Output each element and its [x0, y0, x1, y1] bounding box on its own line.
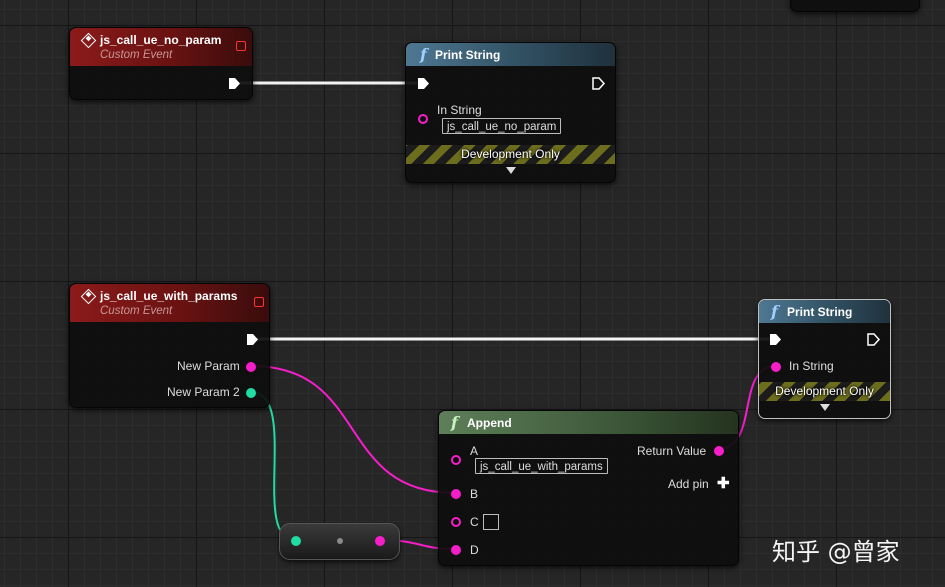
- exec-out-pin[interactable]: [228, 77, 241, 90]
- pin-d[interactable]: [451, 545, 461, 555]
- wire-new-param-to-b: [250, 365, 456, 494]
- exec-in-pin[interactable]: [769, 333, 782, 346]
- print-string-title: Print String: [435, 48, 501, 62]
- conversion-out-pin[interactable]: [375, 536, 385, 546]
- append-title: Append: [467, 416, 512, 430]
- conversion-in-pin[interactable]: [291, 536, 301, 546]
- in-string-label: In String: [437, 103, 482, 117]
- print-string-title: Print String: [787, 305, 853, 319]
- pin-a-label: A: [470, 444, 479, 458]
- exec-out-pin[interactable]: [867, 333, 880, 346]
- pin-a-input[interactable]: js_call_ue_with_params: [475, 458, 608, 474]
- expand-arrow-icon[interactable]: [506, 167, 516, 174]
- in-string-pin[interactable]: [418, 114, 428, 124]
- conversion-node[interactable]: [279, 523, 400, 560]
- development-only-label: Development Only: [461, 147, 560, 161]
- new-param-pin[interactable]: [246, 362, 256, 372]
- exec-in-pin[interactable]: [417, 77, 430, 90]
- pin-b-label: B: [470, 487, 479, 501]
- add-pin-plus-icon[interactable]: ✚: [717, 474, 730, 492]
- function-icon: f: [771, 302, 778, 321]
- delegate-pin-icon[interactable]: [254, 297, 264, 307]
- exec-out-pin[interactable]: [592, 77, 605, 90]
- function-icon: f: [420, 45, 427, 64]
- print-string-node-2[interactable]: f Print String In String Development Onl…: [758, 299, 891, 419]
- event-title: js_call_ue_no_param: [100, 33, 222, 47]
- in-string-label: In String: [789, 359, 834, 373]
- wire-new-param2-to-reroute: [250, 391, 296, 541]
- new-param-label: New Param: [177, 359, 240, 373]
- pin-c[interactable]: [451, 517, 461, 527]
- in-string-input[interactable]: js_call_ue_no_param: [442, 118, 562, 134]
- custom-event-with-params-node[interactable]: js_call_ue_with_params Custom Event New …: [69, 283, 270, 408]
- return-value-label: Return Value: [637, 444, 707, 458]
- event-subtitle: Custom Event: [100, 49, 173, 61]
- offscreen-node[interactable]: [790, 0, 920, 12]
- pin-a[interactable]: [451, 455, 461, 465]
- event-title: js_call_ue_with_params: [100, 289, 238, 303]
- exec-out-pin[interactable]: [246, 333, 259, 346]
- append-node[interactable]: f Append A js_call_ue_with_params Return…: [438, 410, 739, 566]
- conversion-center-dot: [337, 538, 343, 544]
- pin-c-label: C: [470, 515, 479, 529]
- in-string-pin[interactable]: [771, 362, 781, 372]
- new-param-2-pin[interactable]: [246, 388, 256, 398]
- return-value-pin[interactable]: [714, 446, 724, 456]
- new-param-2-label: New Param 2: [167, 385, 240, 399]
- delegate-pin-icon[interactable]: [236, 41, 246, 51]
- add-pin-label: Add pin: [668, 477, 709, 491]
- print-string-node-1[interactable]: f Print String In String js_call_ue_no_p…: [405, 42, 616, 183]
- development-only-banner: Development Only: [759, 382, 890, 401]
- watermark: 知乎 @曾家: [772, 538, 900, 566]
- development-only-label: Development Only: [775, 384, 874, 398]
- function-icon: f: [451, 413, 458, 432]
- development-only-banner: Development Only: [406, 145, 615, 164]
- pin-d-label: D: [470, 543, 479, 557]
- pin-c-input[interactable]: [483, 514, 499, 530]
- event-subtitle: Custom Event: [100, 305, 173, 317]
- expand-arrow-icon[interactable]: [820, 404, 830, 411]
- custom-event-no-param-node[interactable]: js_call_ue_no_param Custom Event: [69, 27, 253, 100]
- pin-b[interactable]: [451, 489, 461, 499]
